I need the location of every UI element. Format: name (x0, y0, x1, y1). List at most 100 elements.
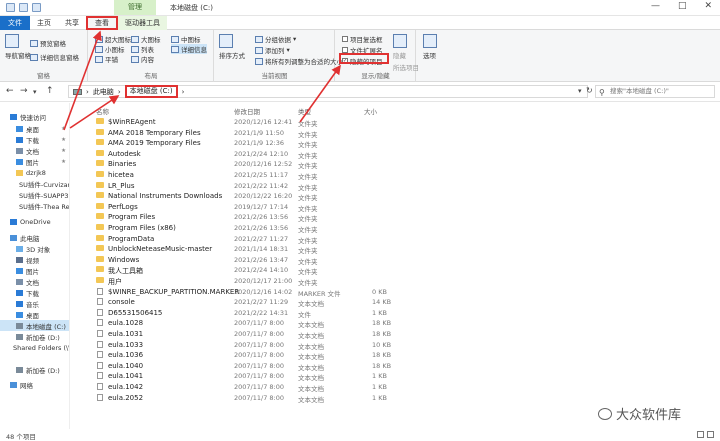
breadcrumb-current[interactable]: 本地磁盘 (C:) (124, 85, 178, 98)
nav-item[interactable]: 网络 (0, 379, 69, 390)
nav-item[interactable]: 下载 (0, 287, 69, 298)
layout-details[interactable]: 详细信息 (171, 44, 207, 54)
nav-item[interactable]: 桌面 ★ (0, 123, 69, 134)
fit-columns-button[interactable]: 将所有列调整为合适的大小 (255, 56, 343, 66)
nav-pane-button[interactable]: 导航窗格 (5, 34, 31, 60)
properties-icon[interactable] (6, 3, 15, 12)
layout-list[interactable]: 列表 (131, 44, 154, 54)
file-row[interactable]: AMA 2019 Temporary Files 2021/1/9 12:36 文件… (72, 138, 720, 149)
column-size[interactable]: 大小 (364, 106, 377, 116)
tab-drive-tools[interactable]: 驱动器工具 (118, 16, 167, 30)
nav-item[interactable]: SU插件-Curvizard2 (0, 178, 69, 189)
file-row[interactable]: LR_Plus 2021/2/22 11:42 文件夹 (72, 181, 720, 192)
nav-item[interactable]: 3D 对象 (0, 243, 69, 254)
search-input[interactable]: ⚲ 搜索"本地磁盘 (C:)" (595, 85, 715, 98)
file-row[interactable]: console 2021/2/27 11:29 文本文档 14 KB (72, 297, 720, 308)
item-checkboxes-toggle[interactable]: 项目复选框 (342, 34, 383, 44)
layout-large[interactable]: 大图标 (131, 34, 161, 44)
file-row[interactable]: eula.1028 2007/11/7 8:00 文本文档 18 KB (72, 318, 720, 329)
file-row[interactable]: eula.1041 2007/11/7 8:00 文本文档 1 KB (72, 371, 720, 382)
nav-item[interactable]: 此电脑 (0, 232, 69, 243)
file-row[interactable]: eula.1033 2007/11/7 8:00 文本文档 10 KB (72, 340, 720, 351)
customize-qat-icon[interactable] (32, 3, 41, 12)
details-view-icon[interactable] (697, 431, 704, 438)
nav-item[interactable]: 图片 ★ (0, 156, 69, 167)
nav-item[interactable]: 新加卷 (D:) (0, 364, 69, 375)
file-row[interactable]: Binaries 2020/12/16 12:52 文件夹 (72, 159, 720, 170)
nav-item[interactable]: 本地磁盘 (C:) (0, 320, 69, 331)
tab-share[interactable]: 共享 (58, 16, 86, 30)
file-row[interactable]: eula.2052 2007/11/7 8:00 文本文档 1 KB (72, 393, 720, 404)
nav-item[interactable]: 下载 ★ (0, 134, 69, 145)
new-folder-icon[interactable] (19, 3, 28, 12)
nav-item[interactable]: OneDrive (0, 216, 69, 227)
nav-item[interactable]: Shared Folders (\\ (0, 342, 69, 353)
nav-item[interactable]: 音乐 (0, 298, 69, 309)
file-date: 2021/2/24 14:10 (234, 266, 289, 275)
file-row[interactable]: AMA 2018 Temporary Files 2021/1/9 11:50 文件… (72, 128, 720, 139)
file-row[interactable]: eula.1031 2007/11/7 8:00 文本文档 18 KB (72, 329, 720, 340)
nav-item[interactable]: 桌面 (0, 309, 69, 320)
refresh-icon[interactable]: ↻ (586, 86, 593, 95)
file-row[interactable]: $WinREAgent 2020/12/16 12:41 文件夹 (72, 117, 720, 128)
large-icons-view-icon[interactable] (707, 431, 714, 438)
add-column-button[interactable]: 添加列 ▾ (255, 45, 290, 55)
layout-content[interactable]: 内容 (131, 54, 154, 64)
column-name[interactable]: 名称 (96, 106, 109, 116)
tab-file[interactable]: 文件 (0, 16, 30, 30)
file-row[interactable]: Windows 2021/2/26 13:47 文件夹 (72, 255, 720, 266)
file-row[interactable]: 用户 2020/12/17 21:00 文件夹 (72, 276, 720, 287)
file-row[interactable]: eula.1040 2007/11/7 8:00 文本文档 18 KB (72, 361, 720, 372)
file-row[interactable]: UnblockNeteaseMusic-master 2021/1/14 18:3… (72, 244, 720, 255)
nav-item[interactable]: 视频 (0, 254, 69, 265)
nav-item[interactable]: SU插件-SUAPP3.3. (0, 189, 69, 200)
file-row[interactable]: PerfLogs 2019/12/7 17:14 文件夹 (72, 202, 720, 213)
preview-pane-button[interactable]: 预览窗格 (30, 38, 66, 48)
tab-view[interactable]: 查看 (86, 16, 118, 30)
layout-tiles[interactable]: 平铺 (95, 54, 118, 64)
maximize-icon[interactable]: □ (678, 1, 687, 11)
address-dropdown-icon[interactable]: ▾ (578, 87, 582, 95)
file-row[interactable]: ProgramData 2021/2/27 11:27 文件夹 (72, 234, 720, 245)
file-row[interactable]: $WINRE_BACKUP_PARTITION.MARKER 2020/12/16… (72, 287, 720, 298)
manage-context-tab[interactable]: 管理 (114, 0, 156, 15)
minimize-icon[interactable]: — (651, 1, 660, 11)
hide-selected-button[interactable]: 隐藏 所选项目 (393, 34, 419, 72)
file-row[interactable]: National Instruments Downloads 2020/12/22… (72, 191, 720, 202)
column-type[interactable]: 类型 (298, 106, 311, 116)
details-pane-button[interactable]: 详细信息窗格 (30, 52, 79, 62)
file-row[interactable]: Autodesk 2021/2/24 12:10 文件夹 (72, 149, 720, 160)
file-row[interactable]: Program Files (x86) 2021/2/26 13:56 文件夹 (72, 223, 720, 234)
recent-locations-icon[interactable]: ▾ (33, 88, 37, 96)
layout-small[interactable]: 小图标 (95, 44, 125, 54)
file-row[interactable]: hicetea 2021/2/25 11:17 文件夹 (72, 170, 720, 181)
up-icon[interactable]: ↑ (46, 86, 54, 96)
file-row[interactable]: 我人工具箱 2021/2/24 14:10 文件夹 (72, 265, 720, 276)
file-row[interactable]: eula.1042 2007/11/7 8:00 文本文档 1 KB (72, 382, 720, 393)
nav-item[interactable]: 文档 (0, 276, 69, 287)
file-row[interactable]: eula.1036 2007/11/7 8:00 文本文档 18 KB (72, 350, 720, 361)
file-row[interactable]: Program Files 2021/2/26 13:56 文件夹 (72, 212, 720, 223)
back-icon[interactable]: ← (6, 86, 14, 96)
breadcrumb-this-pc[interactable]: 此电脑 (93, 87, 114, 97)
quick-access-toolbar[interactable] (6, 3, 41, 12)
checkbox[interactable] (342, 36, 348, 42)
column-date[interactable]: 修改日期 (234, 106, 260, 116)
tab-home[interactable]: 主页 (30, 16, 58, 30)
file-type: 文件夹 (298, 173, 318, 181)
close-icon[interactable]: ✕ (704, 1, 712, 11)
nav-item[interactable]: 快速访问 (0, 111, 69, 122)
file-row[interactable]: D65531506415 2021/2/22 14:31 文件 1 KB (72, 308, 720, 319)
layout-extra-large[interactable]: 超大图标 (95, 34, 131, 44)
forward-icon[interactable]: → (20, 86, 28, 96)
nav-item[interactable]: 文档 ★ (0, 145, 69, 156)
nav-item[interactable]: SU插件-Thea Renc (0, 200, 69, 211)
nav-item[interactable]: 图片 (0, 265, 69, 276)
nav-item[interactable]: dzrjk8 (0, 167, 69, 178)
layout-medium[interactable]: 中图标 (171, 34, 201, 44)
sort-by-button[interactable]: 排序方式 (219, 34, 245, 60)
address-bar[interactable]: › 此电脑 › 本地磁盘 (C:) › (68, 85, 588, 98)
options-button[interactable]: 选项 (423, 34, 437, 60)
nav-item[interactable]: 新加卷 (D:) (0, 331, 69, 342)
group-by-button[interactable]: 分组依据 ▾ (255, 34, 296, 44)
